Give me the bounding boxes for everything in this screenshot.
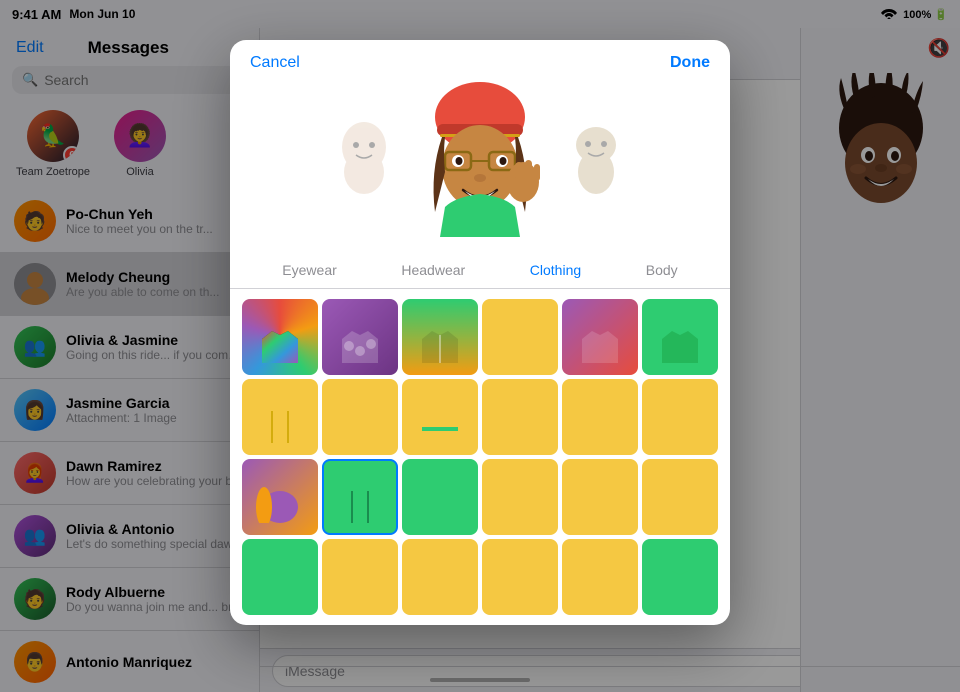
clothing-item-6[interactable] [642, 299, 718, 375]
clothing-item-11[interactable] [562, 379, 638, 455]
clothing-item-12[interactable] [642, 379, 718, 455]
clothing-item-9[interactable] [402, 379, 478, 455]
cancel-button[interactable]: Cancel [250, 54, 300, 72]
tab-body[interactable]: Body [638, 258, 686, 282]
clothing-item-23[interactable] [562, 539, 638, 615]
tab-eyewear[interactable]: Eyewear [274, 258, 344, 282]
clothing-item-16[interactable] [482, 459, 558, 535]
clothing-item-18[interactable] [642, 459, 718, 535]
clothing-item-21[interactable] [402, 539, 478, 615]
clothing-item-22[interactable] [482, 539, 558, 615]
memoji-editor-modal: Cancel Done [230, 40, 730, 625]
modal-overlay: Cancel Done [0, 0, 960, 692]
clothing-item-15[interactable] [402, 459, 478, 535]
clothing-item-10[interactable] [482, 379, 558, 455]
clothing-item-24[interactable] [642, 539, 718, 615]
clothing-item-7[interactable] [242, 379, 318, 455]
memoji-left-preview [329, 117, 399, 207]
modal-header: Cancel Done [230, 40, 730, 72]
tab-clothing[interactable]: Clothing [522, 258, 589, 282]
clothing-item-20[interactable] [322, 539, 398, 615]
clothing-item-4[interactable] [482, 299, 558, 375]
memoji-main-preview [415, 82, 545, 242]
clothing-item-17[interactable] [562, 459, 638, 535]
clothing-item-3[interactable] [402, 299, 478, 375]
done-button[interactable]: Done [670, 54, 710, 72]
clothing-item-14[interactable] [322, 459, 398, 535]
tab-headwear[interactable]: Headwear [393, 258, 473, 282]
clothing-item-5[interactable] [562, 299, 638, 375]
clothing-grid [230, 289, 730, 625]
clothing-item-19[interactable] [242, 539, 318, 615]
clothing-item-8[interactable] [322, 379, 398, 455]
clothing-item-2[interactable] [322, 299, 398, 375]
clothing-item-1[interactable] [242, 299, 318, 375]
category-tabs: Eyewear Headwear Clothing Body [230, 252, 730, 289]
clothing-item-13[interactable] [242, 459, 318, 535]
memoji-preview-row [230, 72, 730, 252]
memoji-right-preview [561, 117, 631, 207]
